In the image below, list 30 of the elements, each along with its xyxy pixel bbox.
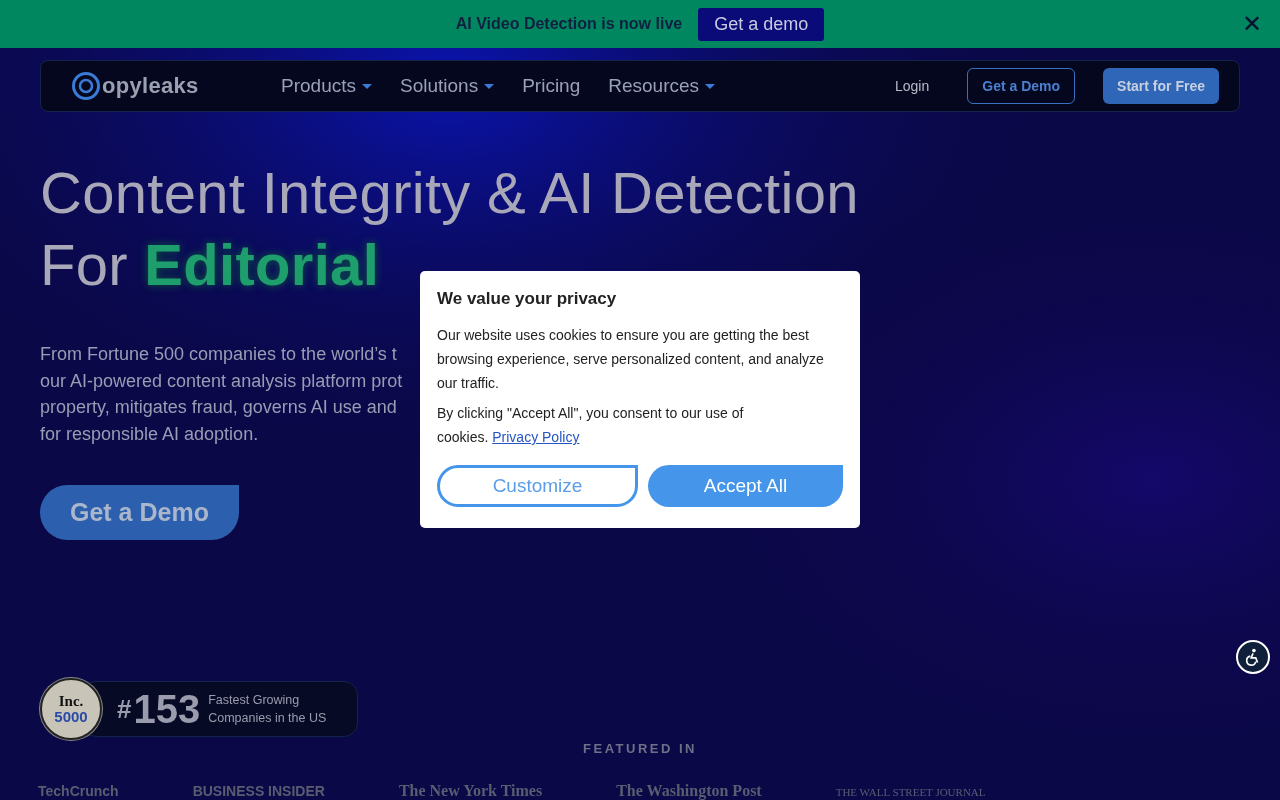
seal-number: 5000 — [54, 709, 88, 724]
hero-title: Content Integrity & AI Detection — [40, 159, 859, 227]
start-free-button[interactable]: Start for Free — [1103, 68, 1219, 104]
privacy-policy-link[interactable]: Privacy Policy — [492, 429, 580, 445]
dialog-text: Our website uses cookies to ensure you are getting the best browsing experience, serve personalized content, and analyze our traffic. — [437, 326, 825, 393]
get-demo-button[interactable]: Get a demo — [698, 7, 825, 41]
award-caption: Fastest Growing Companies in the US — [208, 692, 327, 727]
announcement-text: AI Video Detection is now live — [455, 15, 683, 33]
nav-menu-item[interactable]: Products — [281, 75, 372, 97]
press-logo: THE WALL STREET JOURNAL — [835, 785, 986, 800]
nav-menu-item[interactable]: Pricing — [522, 75, 581, 97]
hero-title: For Editorial — [40, 231, 380, 299]
featured-heading: FEATURED IN — [582, 741, 698, 756]
seal-text: Inc. — [58, 694, 84, 709]
get-demo-button[interactable]: Get a Demo — [967, 68, 1076, 104]
press-logo: BUSINESS INSIDER — [192, 783, 325, 799]
close-button[interactable]: ✕ — [1237, 10, 1266, 38]
press-logo: TechCrunch — [38, 783, 119, 799]
logo-icon — [71, 71, 101, 101]
consent-text: By clicking "Accept All", you consent to our use of cookies. Privacy Policy — [437, 404, 745, 447]
press-logo: The New York Times — [398, 783, 543, 799]
nav-menu-item[interactable]: Solutions — [400, 75, 495, 97]
rank-hash: # — [117, 693, 132, 725]
login-link[interactable]: Login — [895, 78, 930, 94]
dialog-title: We value your privacy — [437, 289, 618, 309]
press-logo: The Washington Post — [616, 783, 762, 799]
nav-menu-item[interactable]: Resources — [608, 75, 716, 97]
hero-description: From Fortune 500 companies to the world’s t our AI-powered content analysis platform prot property, mitigates fraud, governs AI use and for responsible AI adoption. — [40, 343, 403, 446]
brand-name[interactable]: opyleaks — [102, 73, 199, 99]
rank-number: 153 — [133, 686, 201, 732]
